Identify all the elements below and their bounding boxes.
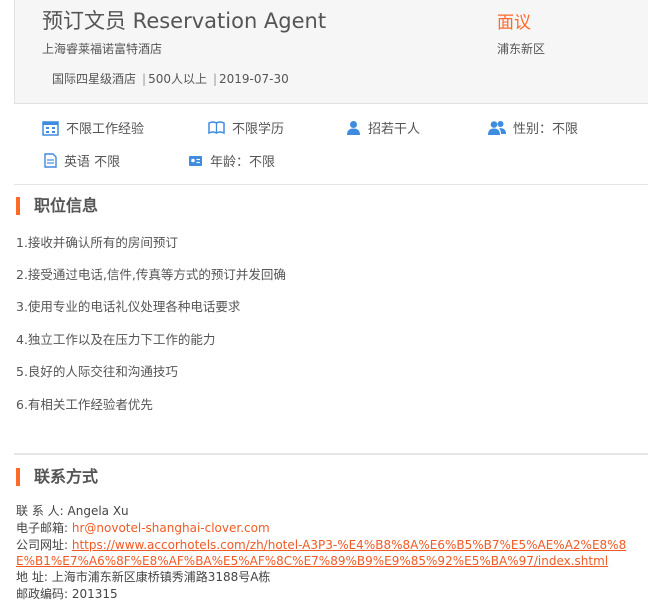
req-experience-label: 不限工作经验 xyxy=(66,122,145,137)
salary: 面议 xyxy=(497,13,531,33)
contact-website: 公司网址: https://www.accorhotels.com/zh/hot… xyxy=(16,537,644,569)
document-icon xyxy=(44,153,57,168)
company-type: 国际四星级酒店 xyxy=(52,72,137,86)
website-link[interactable]: https://www.accorhotels.com/zh/hotel-A3P… xyxy=(16,538,626,568)
req-headcount: 招若干人 xyxy=(346,118,420,137)
job-tags: 国际四星级酒店 | 500人以上 | 2019-07-30 xyxy=(52,70,291,87)
position-section-title: 职位信息 xyxy=(16,197,98,215)
req-headcount-label: 招若干人 xyxy=(368,122,421,137)
work-area: 浦东新区 xyxy=(497,42,546,56)
contact-website-label: 公司网址: xyxy=(16,538,69,552)
company-name[interactable]: 上海睿莱福诺富特酒店 xyxy=(42,40,162,57)
divider xyxy=(14,453,648,455)
req-age: 年龄：不限 xyxy=(188,151,275,170)
req-gender: 性别：不限 xyxy=(488,118,578,137)
contact-address: 地 址: 上海市浦东新区康桥镇秀浦路3188号A栋 xyxy=(16,569,270,585)
req-education-label: 不限学历 xyxy=(232,122,285,137)
req-education: 不限学历 xyxy=(208,118,284,137)
people-icon xyxy=(488,121,506,135)
req-gender-label: 性别：不限 xyxy=(513,122,579,137)
contact-person-label: 联 系 人: xyxy=(16,504,64,518)
contact-section-title: 联系方式 xyxy=(16,468,98,486)
contact-person-value: Angela Xu xyxy=(67,504,129,518)
contact-postcode: 邮政编码: 201315 xyxy=(16,586,118,602)
job-title: 预订文员 Reservation Agent xyxy=(42,9,327,33)
email-link[interactable]: hr@novotel-shanghai-clover.com xyxy=(72,521,270,535)
duty-item: 6.有相关工作经验者优先 xyxy=(16,397,153,412)
contact-address-label: 地 址: xyxy=(16,570,48,584)
tag-separator: | xyxy=(212,72,218,86)
duty-item: 4.独立工作以及在压力下工作的能力 xyxy=(16,332,216,347)
tag-separator: | xyxy=(142,72,147,86)
company-size: 500人以上 xyxy=(148,72,207,86)
divider xyxy=(14,184,648,185)
contact-postcode-value: 201315 xyxy=(71,587,118,601)
contact-email: 电子邮箱: hr@novotel-shanghai-clover.com xyxy=(16,520,270,536)
book-icon xyxy=(208,120,225,134)
post-date: 2019-07-30 xyxy=(219,72,289,86)
id-card-icon xyxy=(189,155,202,166)
req-language-label: 英语 不限 xyxy=(64,155,121,170)
person-icon xyxy=(347,121,360,135)
duty-item: 5.良好的人际交往和沟通技巧 xyxy=(16,364,178,379)
duty-item: 1.接收并确认所有的房间预订 xyxy=(16,235,178,250)
duty-item: 2.接受通过电话,信件,传真等方式的预订并发回确 xyxy=(16,267,286,282)
contact-address-value: 上海市浦东新区康桥镇秀浦路3188号A栋 xyxy=(51,570,271,584)
req-experience: 不限工作经验 xyxy=(42,118,144,137)
req-language: 英语 不限 xyxy=(44,151,120,170)
contact-email-label: 电子邮箱: xyxy=(16,521,69,535)
contact-postcode-label: 邮政编码: xyxy=(16,587,69,601)
duty-item: 3.使用专业的电话礼仪处理各种电话要求 xyxy=(16,299,241,314)
calendar-icon xyxy=(42,120,59,136)
req-age-label: 年龄：不限 xyxy=(210,155,276,170)
contact-person: 联 系 人: Angela Xu xyxy=(16,503,129,519)
